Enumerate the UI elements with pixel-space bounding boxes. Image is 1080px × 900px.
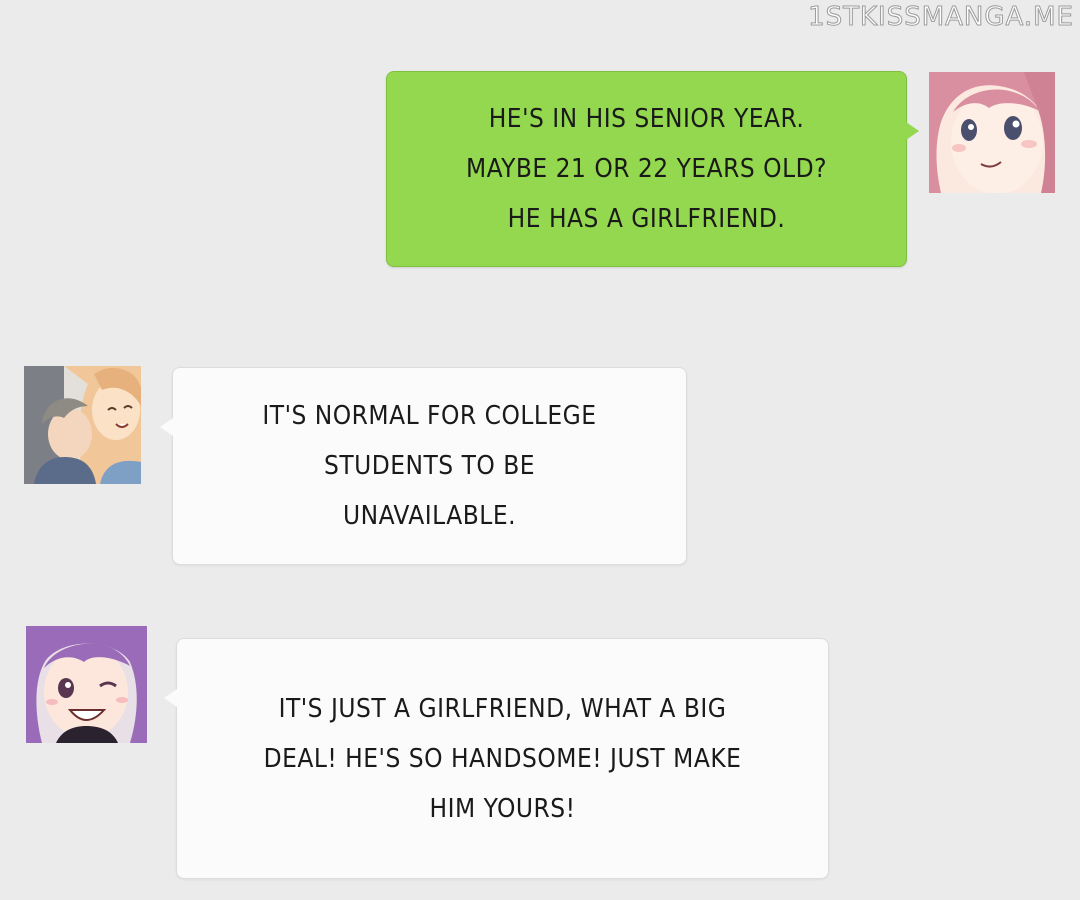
- message-line: MAYBE 21 OR 22 YEARS OLD?: [465, 154, 828, 184]
- message-line: HE'S IN HIS SENIOR YEAR.: [488, 104, 805, 134]
- message-line: IT'S NORMAL FOR COLLEGE: [262, 401, 597, 431]
- couple-avatar[interactable]: [24, 366, 141, 484]
- message-line: DEAL! HE'S SO HANDSOME! JUST MAKE: [263, 743, 742, 774]
- message-line: IT'S JUST A GIRLFRIEND, WHAT A BIG: [278, 693, 727, 724]
- message-bubble-received[interactable]: IT'S NORMAL FOR COLLEGE STUDENTS TO BE U…: [160, 367, 687, 565]
- message-bubble-sent[interactable]: HE'S IN HIS SENIOR YEAR. MAYBE 21 OR 22 …: [386, 71, 919, 267]
- watermark-text: 1STKISSMANGA.ME: [808, 2, 1074, 33]
- message-line: HE HAS A GIRLFRIEND.: [507, 204, 786, 234]
- message-line: HIM YOURS!: [429, 793, 576, 824]
- message-bubble-received[interactable]: IT'S JUST A GIRLFRIEND, WHAT A BIG DEAL!…: [164, 638, 829, 879]
- message-line: UNAVAILABLE.: [342, 501, 517, 531]
- purple-hair-girl-winking-avatar[interactable]: [26, 626, 147, 743]
- pink-hair-girl-avatar[interactable]: [929, 72, 1055, 193]
- message-line: STUDENTS TO BE: [323, 451, 536, 481]
